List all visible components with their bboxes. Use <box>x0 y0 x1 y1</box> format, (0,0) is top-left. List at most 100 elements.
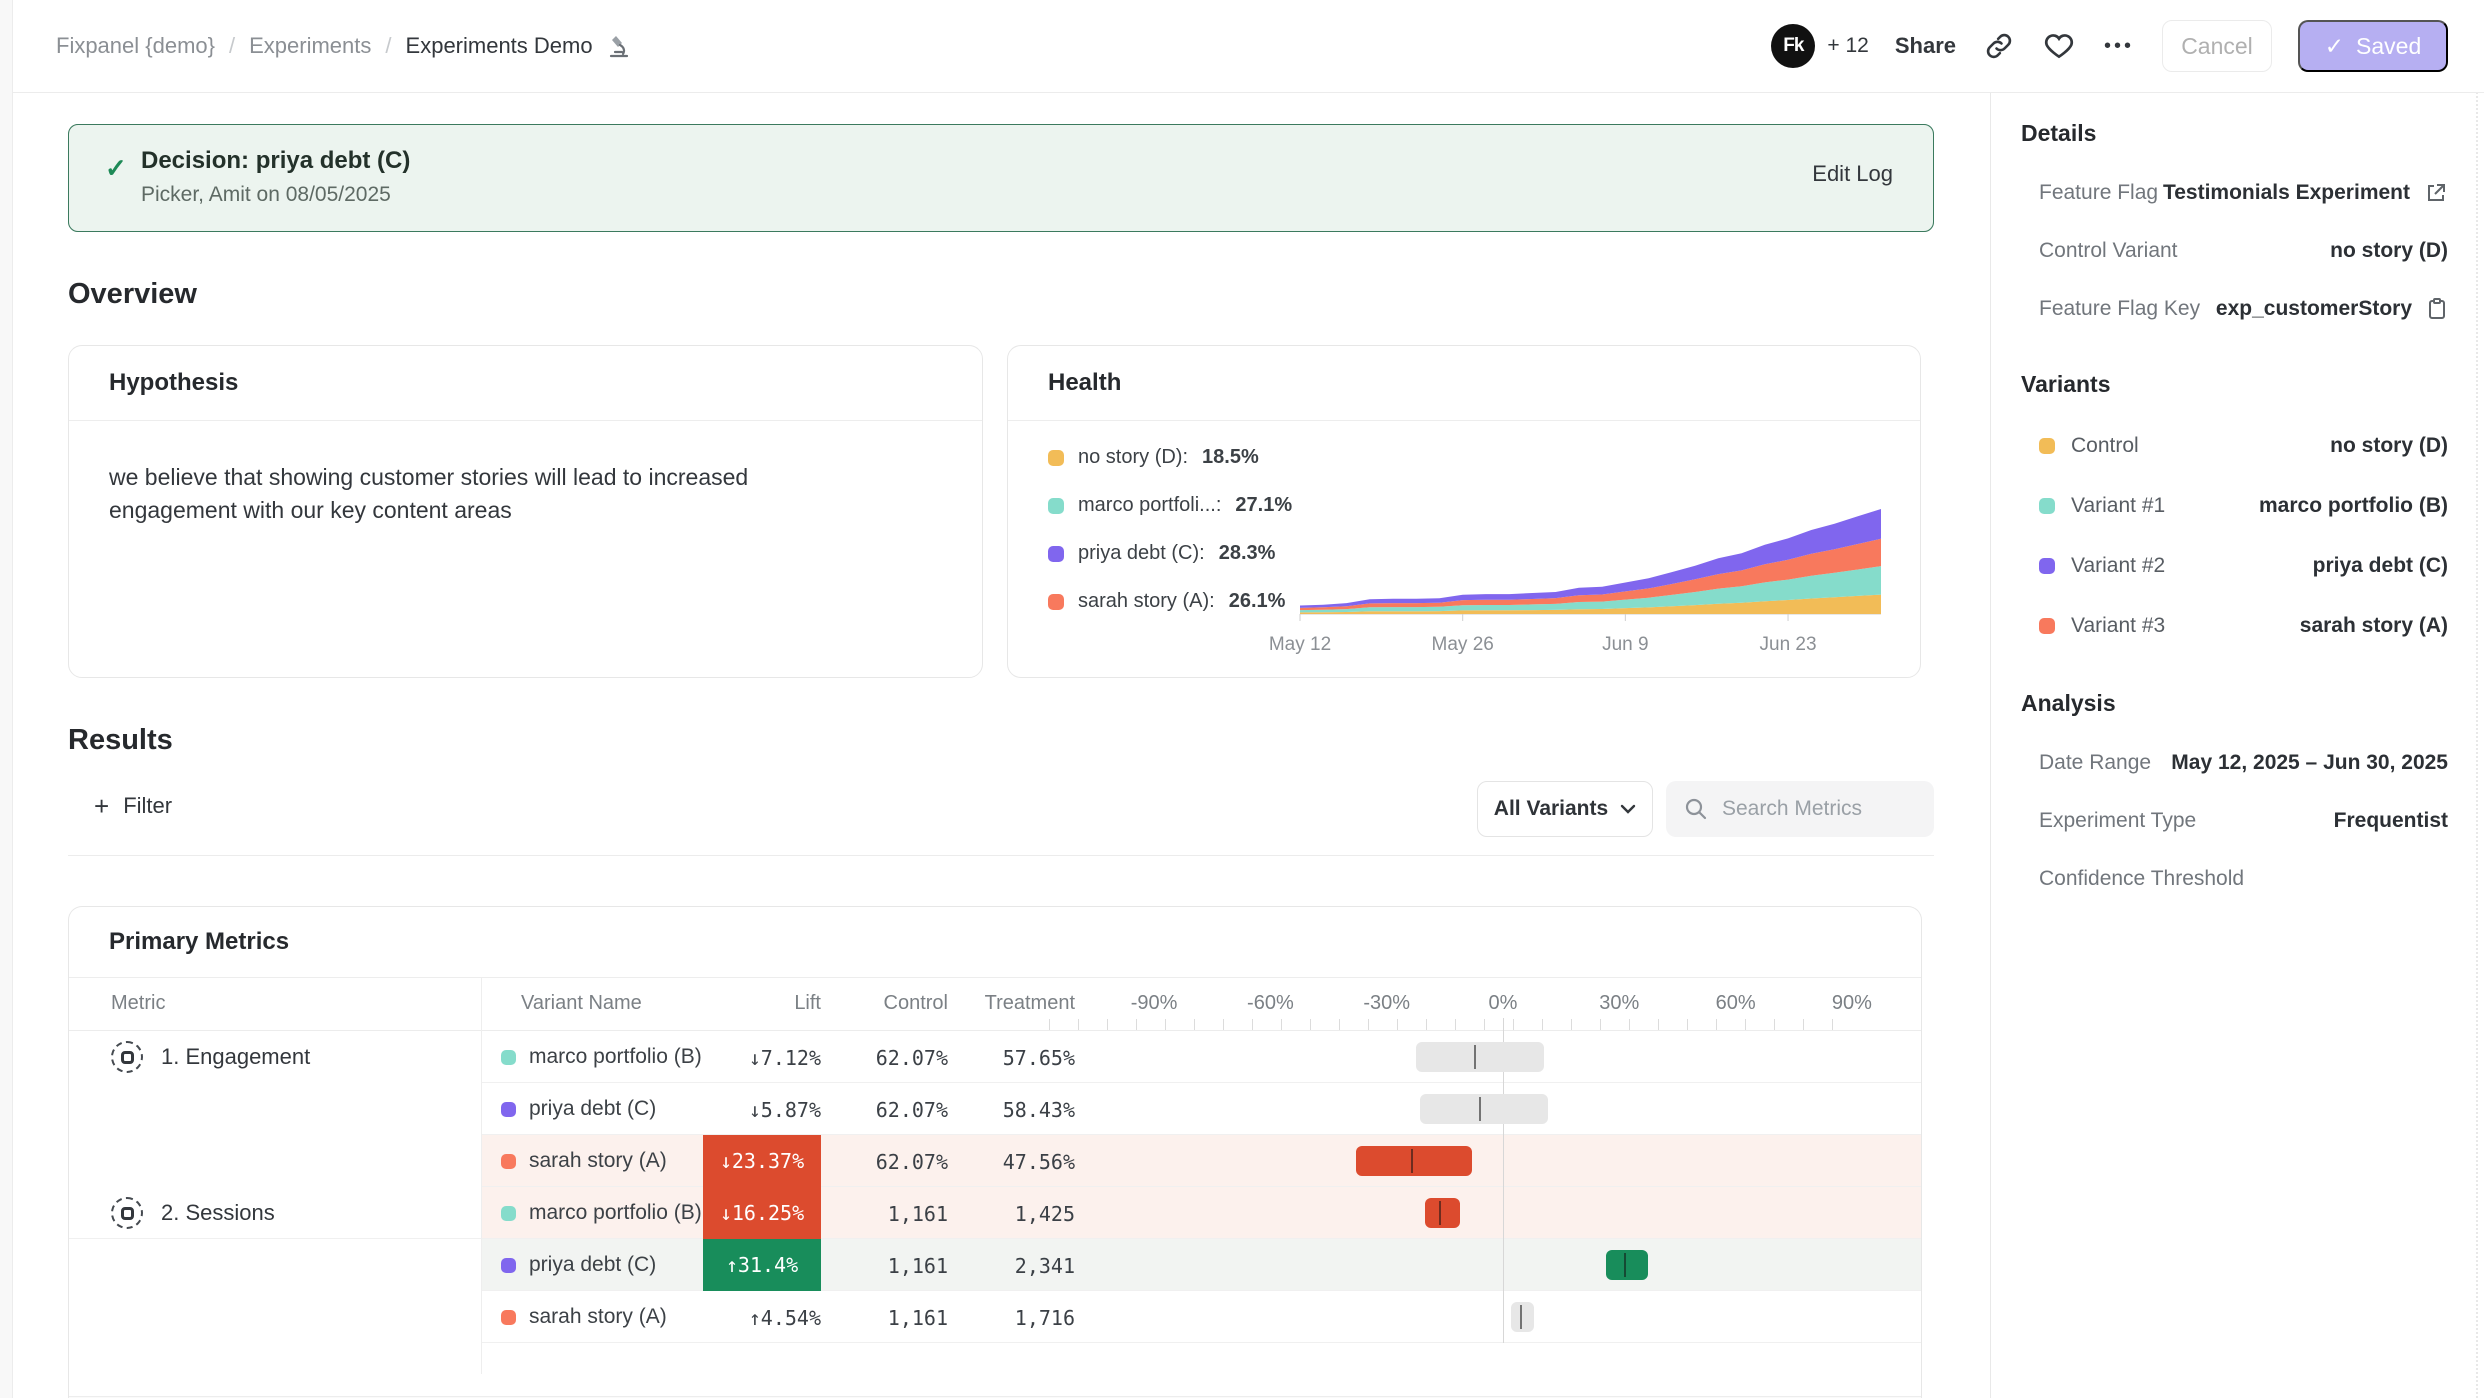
point-estimate-tick <box>1520 1305 1522 1329</box>
health-title: Health <box>1008 346 1920 421</box>
legend-swatch <box>1048 498 1064 514</box>
ruler-tick <box>1223 1019 1224 1030</box>
health-stacked-area-chart <box>1294 464 1894 624</box>
treatment-value: 58.43% <box>915 1098 1075 1122</box>
scrollbar-track[interactable] <box>2476 92 2478 1398</box>
saved-button[interactable]: ✓ Saved <box>2298 20 2448 72</box>
table-row[interactable]: 2. Sessionsmarco portfolio (B)↓16.25%1,1… <box>69 1187 1921 1239</box>
variant-row: Variant #2priya debt (C) <box>2039 554 2448 578</box>
copy-link-icon[interactable] <box>1982 29 2016 63</box>
header-actions: Fk + 12 Share ••• Cancel ✓ Saved <box>1771 0 2448 92</box>
legend-label: marco portfoli...: <box>1078 494 1221 517</box>
table-row[interactable]: priya debt (C)↓5.87%62.07%58.43% <box>69 1083 1921 1135</box>
point-estimate-tick <box>1479 1097 1481 1121</box>
ruler-tick <box>1803 1019 1804 1030</box>
table-row[interactable]: sarah story (A)↑4.54%1,1611,716 <box>69 1291 1921 1343</box>
axis-label: 0% <box>1453 992 1553 1015</box>
variant-swatch <box>501 1206 516 1221</box>
ruler-tick <box>1513 1019 1514 1030</box>
overview-heading: Overview <box>68 278 1990 311</box>
table-row[interactable]: priya debt (C)↑31.4%1,1612,341 <box>69 1239 1921 1291</box>
hypothesis-title: Hypothesis <box>69 346 982 421</box>
detail-row: Experiment TypeFrequentist <box>2039 809 2448 833</box>
col-header-treatment: Treatment <box>915 992 1075 1015</box>
details-section: Details Feature FlagTestimonials Experim… <box>2021 120 2448 321</box>
decision-title: Decision: priya debt (C) <box>141 147 410 175</box>
x-axis-label: Jun 23 <box>1760 634 1817 656</box>
ruler-tick <box>1194 1019 1195 1030</box>
row-value: no story (D) <box>2330 434 2448 458</box>
legend-item[interactable]: marco portfoli...: 27.1% <box>1048 494 1292 517</box>
breadcrumb: Fixpanel {demo} / Experiments / Experime… <box>56 0 631 92</box>
detail-row: Feature FlagTestimonials Experiment <box>2039 181 2448 205</box>
app-window: Fixpanel {demo} / Experiments / Experime… <box>0 0 2484 1398</box>
row-value: Testimonials Experiment <box>2163 181 2410 205</box>
row-highlight <box>481 1135 1921 1187</box>
ruler-tick <box>1571 1019 1572 1030</box>
x-axis-label: Jun 9 <box>1602 634 1648 656</box>
edit-log-button[interactable]: Edit Log <box>1812 161 1893 187</box>
primary-metrics-title: Primary Metrics <box>69 907 1921 978</box>
favorite-heart-icon[interactable] <box>2042 29 2076 63</box>
detail-row: Control Variantno story (D) <box>2039 239 2448 263</box>
ruler-tick <box>1136 1019 1137 1030</box>
treatment-value: 1,716 <box>915 1306 1075 1330</box>
variant-row: Controlno story (D) <box>2039 434 2448 458</box>
decision-subtitle: Picker, Amit on 08/05/2025 <box>141 183 391 207</box>
row-label: Confidence Threshold <box>2039 867 2244 891</box>
confidence-interval-bar <box>1420 1094 1548 1124</box>
table-row[interactable]: 1. Engagementmarco portfolio (B)↓7.12%62… <box>69 1031 1921 1083</box>
collaborator-count[interactable]: + 12 <box>1827 34 1868 58</box>
variants-heading: Variants <box>2021 371 2448 398</box>
legend-item[interactable]: sarah story (A): 26.1% <box>1048 590 1292 613</box>
external-link-icon[interactable] <box>2424 181 2448 205</box>
legend-item[interactable]: no story (D): 18.5% <box>1048 446 1292 469</box>
variant-swatch <box>501 1258 516 1273</box>
legend-item[interactable]: priya debt (C): 28.3% <box>1048 542 1292 565</box>
confidence-interval-bar <box>1425 1198 1460 1228</box>
row-value: no story (D) <box>2330 239 2448 263</box>
search-input[interactable] <box>1720 796 1914 822</box>
metric-cell[interactable]: 2. Sessions <box>111 1197 275 1229</box>
col-header-variant: Variant Name <box>521 992 642 1015</box>
variants-dropdown[interactable]: All Variants <box>1477 781 1653 837</box>
cancel-button[interactable]: Cancel <box>2162 20 2272 72</box>
metric-cell[interactable]: 1. Engagement <box>111 1041 310 1073</box>
filter-button[interactable]: + Filter <box>94 793 172 819</box>
variant-name: marco portfolio (B) <box>529 1201 702 1225</box>
point-estimate-tick <box>1624 1253 1626 1277</box>
ruler-tick <box>1687 1019 1688 1030</box>
overview-cards: Hypothesis we believe that showing custo… <box>68 345 1934 678</box>
ruler-tick <box>1832 1019 1833 1030</box>
breadcrumb-project[interactable]: Fixpanel {demo} <box>56 33 215 59</box>
top-header: Fixpanel {demo} / Experiments / Experime… <box>0 0 2484 93</box>
variant-name: sarah story (A) <box>529 1149 667 1173</box>
health-card: Health no story (D): 18.5% marco portfoli… <box>1007 345 1921 678</box>
confidence-interval-bar <box>1606 1250 1649 1280</box>
legend-label: priya debt (C): <box>1078 542 1205 565</box>
row-label: Experiment Type <box>2039 809 2196 833</box>
x-axis-label: May 12 <box>1269 634 1331 656</box>
variants-dropdown-label: All Variants <box>1494 797 1608 821</box>
variant-swatch <box>2039 558 2055 574</box>
more-options-button[interactable]: ••• <box>2102 29 2136 63</box>
ruler-tick <box>1658 1019 1659 1030</box>
breadcrumb-experiments[interactable]: Experiments <box>249 33 371 59</box>
ruler-tick <box>1426 1019 1427 1030</box>
variant-swatch <box>501 1050 516 1065</box>
health-legend: no story (D): 18.5% marco portfoli...: 27… <box>1048 446 1292 613</box>
saved-label: Saved <box>2356 33 2421 60</box>
avatar[interactable]: Fk <box>1771 24 1815 68</box>
breadcrumb-separator: / <box>229 33 235 59</box>
hypothesis-card: Hypothesis we believe that showing custo… <box>68 345 983 678</box>
table-row[interactable]: sarah story (A)↓23.37%62.07%47.56% <box>69 1135 1921 1187</box>
share-button[interactable]: Share <box>1895 33 1956 59</box>
clipboard-icon[interactable] <box>2426 297 2448 321</box>
row-label: Feature Flag Key <box>2039 297 2200 321</box>
point-estimate-tick <box>1474 1045 1476 1069</box>
legend-swatch <box>1048 450 1064 466</box>
ruler-tick <box>1165 1019 1166 1030</box>
axis-label: 90% <box>1802 992 1902 1015</box>
detail-row: Date RangeMay 12, 2025 – Jun 30, 2025 <box>2039 751 2448 775</box>
variant-swatch <box>2039 498 2055 514</box>
